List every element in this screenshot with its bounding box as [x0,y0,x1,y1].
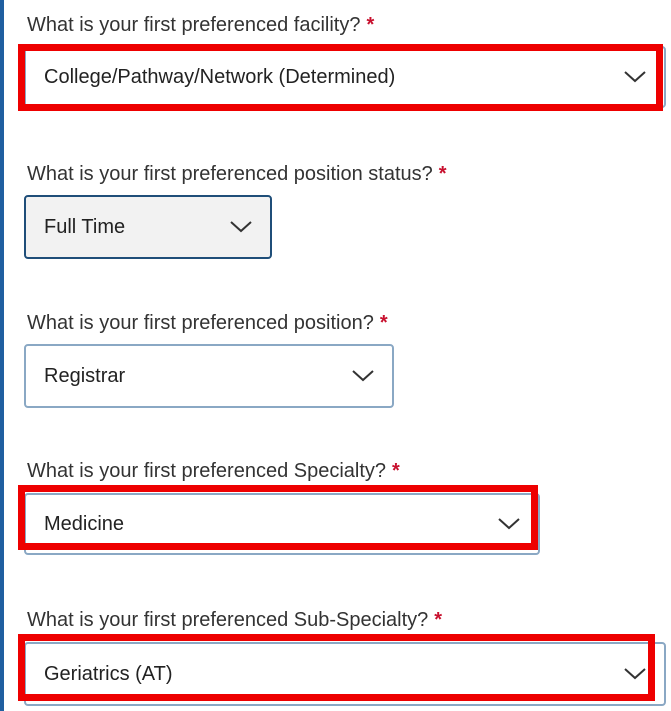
sub-specialty-select[interactable]: Geriatrics (AT) [24,642,666,706]
page-left-border [0,0,4,711]
sub-specialty-select-value: Geriatrics (AT) [44,662,173,685]
facility-select-value: College/Pathway/Network (Determined) [44,65,396,88]
facility-question-text: What is your first preferenced facility? [27,14,361,36]
position-select[interactable]: Registrar [24,344,394,408]
sub-specialty-question: What is your first preferenced Sub-Speci… [27,609,442,632]
chevron-down-icon [624,668,646,680]
specialty-select-value: Medicine [44,512,125,535]
required-asterisk: * [366,14,375,36]
specialty-question-text: What is your first preferenced Specialty… [27,460,387,482]
chevron-down-icon [624,71,646,83]
position-question-text: What is your first preferenced position? [27,312,374,334]
required-asterisk: * [438,163,447,185]
chevron-down-icon [230,221,252,233]
position-status-question: What is your first preferenced position … [27,163,447,186]
facility-select[interactable]: College/Pathway/Network (Determined) [24,46,666,108]
sub-specialty-question-text: What is your first preferenced Sub-Speci… [27,609,429,631]
position-question: What is your first preferenced position?… [27,312,388,335]
facility-question: What is your first preferenced facility?… [27,14,374,37]
position-status-select-value: Full Time [44,215,126,238]
specialty-select[interactable]: Medicine [24,493,540,555]
required-asterisk: * [379,312,388,334]
required-asterisk: * [434,609,443,631]
position-status-select[interactable]: Full Time [24,195,272,259]
specialty-question: What is your first preferenced Specialty… [27,460,400,483]
chevron-down-icon [352,370,374,382]
position-select-value: Registrar [44,364,126,387]
chevron-down-icon [498,518,520,530]
required-asterisk: * [392,460,400,482]
position-status-question-text: What is your first preferenced position … [27,163,433,185]
